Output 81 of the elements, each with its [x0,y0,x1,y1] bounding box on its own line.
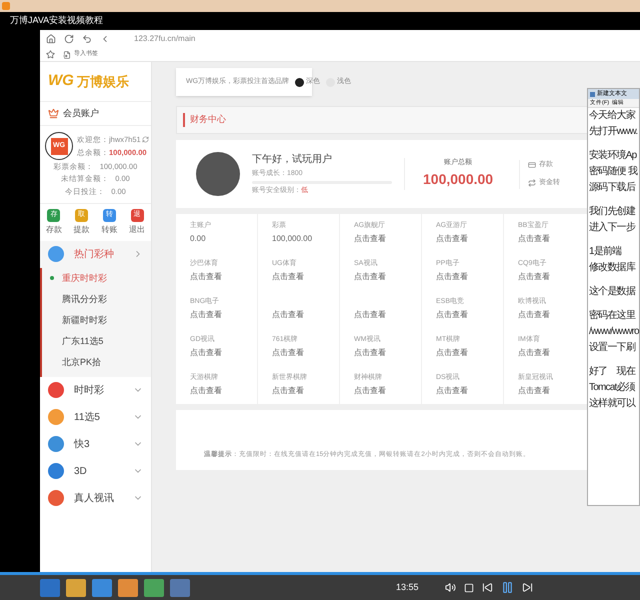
menu-item[interactable]: 热门彩种 [40,240,151,268]
text-line: 1是前端 [589,245,622,259]
previous-icon[interactable] [482,582,493,593]
wallet-value[interactable]: 点击查看 [272,309,304,321]
text-line: 先打开www. [589,125,638,139]
greeting-text: 下午好，试玩用户 [252,152,332,166]
wallet-value[interactable]: 点击查看 [190,309,222,322]
wallet-value[interactable]: 点击查看 [518,347,550,360]
submenu-item[interactable]: 广东11选5 [42,330,151,352]
import-icon[interactable] [63,50,71,58]
text-line: 这个是数据 [589,285,637,299]
text-line: 今天给大家 [589,109,636,123]
wallet-value: 100,000.00 [272,233,312,246]
wallet-value[interactable]: 点击查看 [354,385,386,398]
section-title: 财务中心 [183,113,226,127]
wallet-value[interactable]: 点击查看 [190,271,222,284]
star-icon[interactable] [46,50,55,59]
text-line: 安装环境Ap [589,149,638,163]
next-icon[interactable] [522,582,533,593]
taskbar-app-icon[interactable] [66,578,86,596]
refresh-icon[interactable] [64,34,74,44]
submenu-item[interactable]: 重庆时时彩 [42,268,151,289]
taskbar-app-icon[interactable] [170,578,190,596]
crown-icon [48,108,59,119]
logo-text: 万博娱乐 [76,72,129,91]
wallet-value[interactable]: 点击查看 [354,233,386,246]
wallet-value[interactable]: 点击查看 [518,271,550,284]
card-icon[interactable] [528,160,536,169]
wallet-value[interactable]: 点击查看 [190,347,222,360]
text-line: /www/wwwro [589,325,638,339]
text-line: 进入下一步 [589,221,636,235]
submenu-item[interactable]: 新疆时时彩 [42,310,151,331]
text-line: 密码随便 我 [589,165,638,179]
avatar-placeholder [196,152,240,196]
text-line: 密码在这里 [589,309,636,323]
wallet-value[interactable]: 点击查看 [272,347,304,360]
wallet-value[interactable]: 点击查看 [436,271,468,284]
wallet-value[interactable]: 点击查看 [272,271,304,284]
menu-item[interactable]: 时时彩 [40,376,151,404]
text-line: 我们先创建 [589,205,636,219]
clock-text: 13:55 [396,580,419,594]
undo-icon[interactable] [82,34,92,44]
taskbar-app-icon[interactable] [92,578,112,596]
wallet-value[interactable]: 点击查看 [518,385,550,398]
wallet-value[interactable]: 点击查看 [190,385,222,398]
submenu-item[interactable]: 北京PK拾 [42,352,151,373]
wallet-value[interactable]: 点击查看 [436,233,468,246]
wallet-value[interactable]: 点击查看 [354,347,386,360]
wallet-value[interactable]: 点击查看 [518,233,550,246]
pause-icon[interactable] [500,581,514,594]
wallet-value[interactable]: 点击查看 [354,271,386,284]
logo-mark: WG [48,71,74,92]
section-label: 会员账户 [63,106,99,120]
total-amount: 100,000.00 [423,170,494,189]
submenu-item[interactable]: 腾讯分分彩 [42,288,151,310]
menu-item[interactable]: 3D [40,458,151,485]
taskbar-app-icon[interactable] [118,578,138,596]
menu-item[interactable]: 快3 [40,430,151,458]
text-line: 修改数据库 [589,261,637,275]
volume-icon[interactable] [444,582,456,593]
wallet-value[interactable]: 点击查看 [436,385,468,398]
wallet-value[interactable]: 点击查看 [436,347,468,360]
wallet-value: 0.00 [190,233,206,246]
home-icon[interactable] [46,34,56,44]
text-line: 好了 现在 [589,365,636,379]
refresh-icon[interactable] [142,136,149,143]
menu-item[interactable]: 真人视讯 [40,484,151,512]
text-line: 设置一下刷 [589,341,636,355]
menu-item[interactable]: 11选5 [40,404,151,431]
transfer-icon[interactable] [528,179,536,188]
wallet-value[interactable]: 点击查看 [518,309,550,322]
text-line: 这样就可以 [589,397,637,411]
taskbar-app-icon[interactable] [144,578,164,596]
window-title: 万博JAVA安装视频教程 [10,14,104,28]
wallet-value[interactable]: 点击查看 [436,309,468,322]
text-line: 源码下载后 [589,181,636,195]
wallet-value[interactable]: 点击查看 [272,385,304,398]
wallet-value[interactable]: 点击查看 [354,309,386,321]
stop-icon[interactable] [464,582,474,592]
text-line: Tomcat必须 [589,381,636,395]
url-field[interactable]: 123.27fu.cn/main [134,33,196,45]
